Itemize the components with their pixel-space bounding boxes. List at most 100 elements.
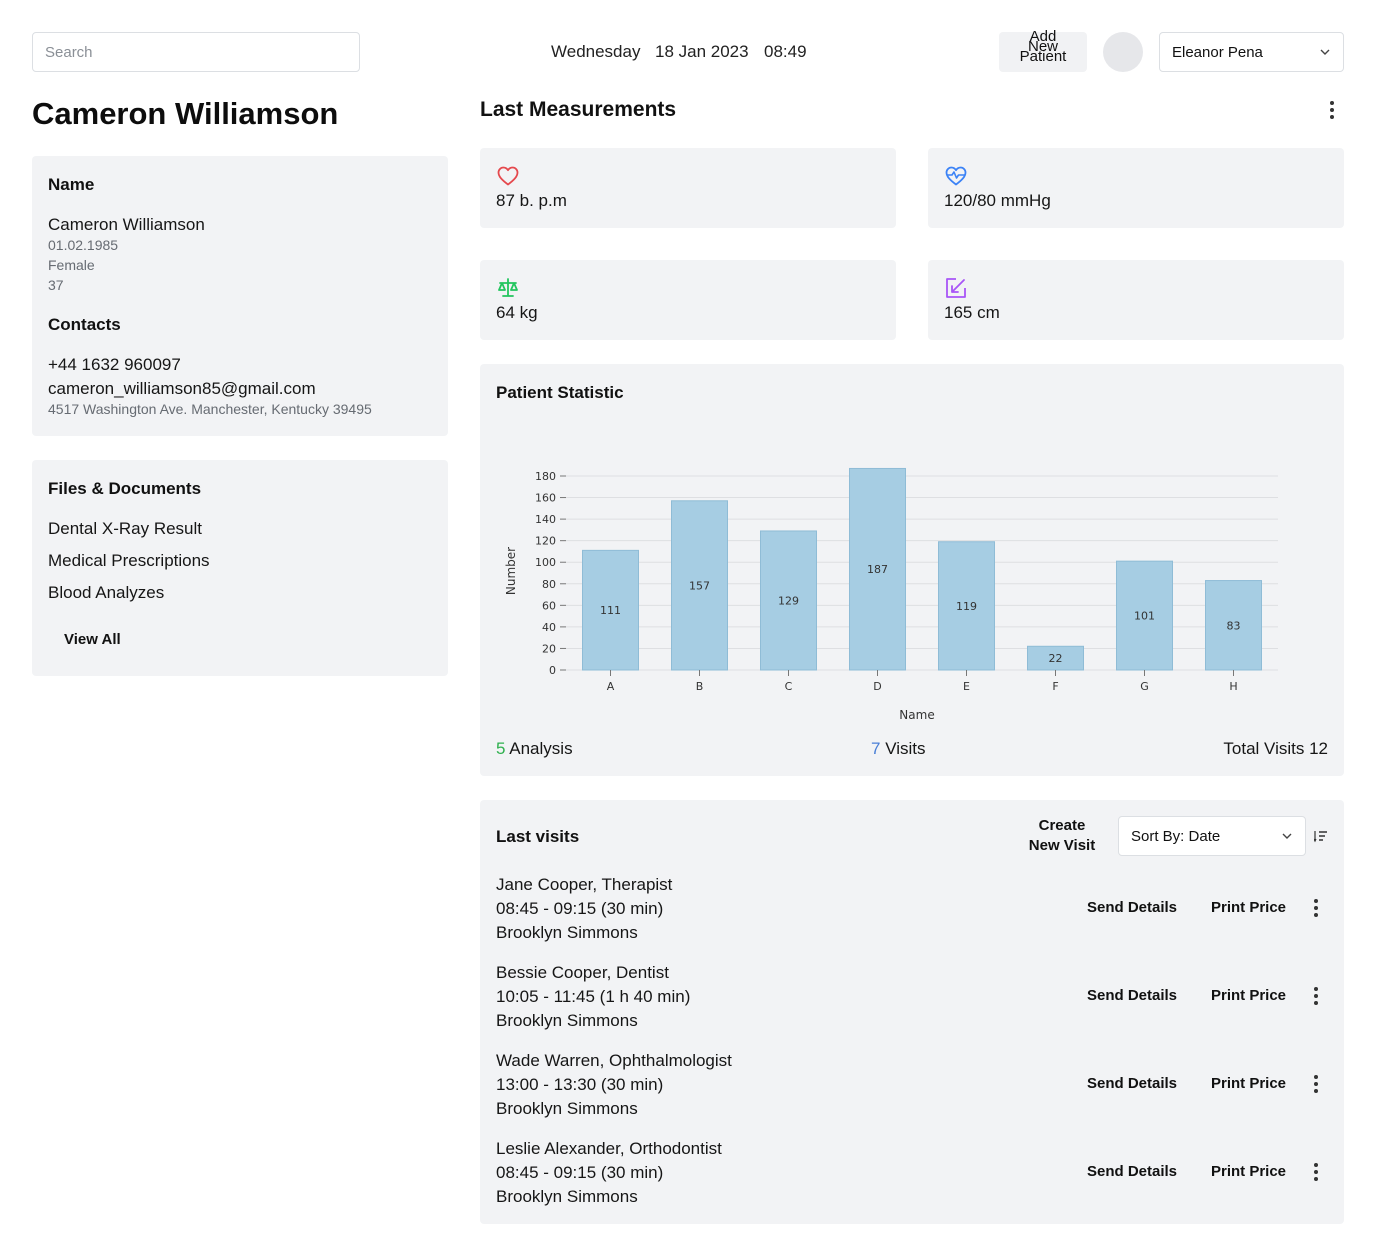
y-axis-label: Number	[504, 547, 518, 595]
page-title: Cameron Williamson	[32, 96, 339, 131]
user-name: Eleanor Pena	[1172, 43, 1263, 61]
sort-order-icon[interactable]	[1314, 829, 1328, 843]
bar-value-label: 22	[1049, 652, 1063, 665]
name-heading: Name	[48, 175, 95, 194]
patient-address: 4517 Washington Ave. Manchester, Kentuck…	[48, 401, 372, 417]
file-item[interactable]: Blood Analyzes	[48, 583, 164, 603]
patient-dob: 01.02.1985	[48, 237, 119, 253]
visit-patient: Brooklyn Simmons	[496, 923, 638, 942]
visit-row: Jane Cooper, Therapist 08:45 - 09:15 (30…	[480, 872, 1344, 960]
visit-time: 08:45 - 09:15 (30 min)	[496, 1163, 664, 1182]
create-line-2: New Visit	[1028, 837, 1096, 854]
heart-pulse-icon	[945, 166, 967, 186]
weight-value: 64 kg	[496, 303, 538, 322]
bar-value-label: 119	[956, 600, 977, 613]
visit-doctor: Jane Cooper, Therapist	[496, 875, 673, 894]
current-date: 18 Jan 2023	[655, 42, 749, 61]
patient-age: 37	[48, 277, 64, 293]
x-tick-label: F	[1052, 680, 1058, 693]
x-axis-label: Name	[899, 708, 934, 722]
patient-statistic-card: Patient Statistic 111 157 129 187 119 22 101 83…	[480, 364, 1344, 776]
x-tick-label: A	[607, 680, 615, 693]
heart-icon	[497, 166, 519, 186]
search-input[interactable]	[32, 32, 360, 72]
file-item[interactable]: Dental X-Ray Result	[48, 519, 202, 539]
print-price-button[interactable]: Print Price	[1211, 987, 1286, 1004]
x-tick-label: H	[1229, 680, 1237, 693]
bar-value-label: 187	[867, 563, 888, 576]
blood-pressure-value: 120/80 mmHg	[944, 191, 1051, 210]
more-options-icon[interactable]	[1306, 1072, 1326, 1096]
send-details-button[interactable]: Send Details	[1087, 987, 1177, 1004]
height-value: 165 cm	[944, 303, 1000, 322]
chevron-down-icon	[1282, 833, 1292, 839]
scale-icon	[498, 278, 518, 297]
measurement-card-weight: 64 kg	[480, 260, 896, 340]
view-all-button[interactable]: View All	[64, 631, 121, 648]
visit-row: Wade Warren, Ophthalmologist 13:00 - 13:…	[480, 1048, 1344, 1136]
more-options-icon[interactable]	[1322, 98, 1342, 122]
x-tick-label: B	[696, 680, 704, 693]
statistic-title: Patient Statistic	[496, 383, 624, 402]
visit-doctor: Leslie Alexander, Orthodontist	[496, 1139, 722, 1158]
add-new-patient-button[interactable]: Add New Patient	[999, 28, 1087, 72]
bar-value-label: 157	[689, 579, 710, 592]
visit-patient: Brooklyn Simmons	[496, 1187, 638, 1206]
print-price-button[interactable]: Print Price	[1211, 1075, 1286, 1092]
measurement-card-blood-pressure: 120/80 mmHg	[928, 148, 1344, 228]
visit-patient: Brooklyn Simmons	[496, 1011, 638, 1030]
visit-doctor: Bessie Cooper, Dentist	[496, 963, 669, 982]
user-select[interactable]: Eleanor Pena	[1159, 32, 1344, 72]
y-tick-label: 120	[535, 535, 556, 548]
more-options-icon[interactable]	[1306, 1160, 1326, 1184]
add-patient-line-3: Patient	[1019, 48, 1067, 65]
print-price-button[interactable]: Print Price	[1211, 1163, 1286, 1180]
current-time: 08:49	[764, 42, 807, 61]
avatar[interactable]	[1103, 32, 1143, 72]
y-tick-label: 40	[542, 621, 556, 634]
print-price-button[interactable]: Print Price	[1211, 899, 1286, 916]
visit-row: Leslie Alexander, Orthodontist 08:45 - 0…	[480, 1136, 1344, 1224]
sort-label: Sort By: Date	[1131, 827, 1221, 845]
patient-email: cameron_williamson85@gmail.com	[48, 379, 316, 398]
visit-time: 10:05 - 11:45 (1 h 40 min)	[496, 987, 691, 1006]
y-tick-label: 180	[535, 470, 556, 483]
send-details-button[interactable]: Send Details	[1087, 1163, 1177, 1180]
visits-summary: 7 Visits	[871, 739, 926, 759]
patient-statistic-chart: 111 157 129 187 119 22 101 83 0 20 40 60 80 100 120 14…	[504, 467, 1278, 722]
visit-row: Bessie Cooper, Dentist 10:05 - 11:45 (1 …	[480, 960, 1344, 1048]
send-details-button[interactable]: Send Details	[1087, 1075, 1177, 1092]
measurement-card-heart-rate: 87 b. p.m	[480, 148, 896, 228]
more-options-icon[interactable]	[1306, 896, 1326, 920]
visits-title: Last visits	[496, 827, 580, 846]
visit-patient: Brooklyn Simmons	[496, 1099, 638, 1118]
bar-value-label: 111	[600, 604, 621, 617]
y-tick-label: 0	[549, 664, 556, 677]
x-tick-label: G	[1140, 680, 1149, 693]
analysis-summary: 5 Analysis	[496, 739, 573, 759]
bar-value-label: 129	[778, 594, 799, 607]
visits-count: 7	[871, 739, 881, 758]
visits-label: Visits	[885, 739, 926, 758]
analysis-label: Analysis	[509, 739, 573, 758]
visit-doctor: Wade Warren, Ophthalmologist	[496, 1051, 732, 1070]
file-item[interactable]: Medical Prescriptions	[48, 551, 210, 571]
y-tick-label: 60	[542, 599, 556, 612]
last-visits-card: Last visits Create New Visit Sort By: Da…	[480, 800, 1344, 1224]
visit-time: 08:45 - 09:15 (30 min)	[496, 899, 664, 918]
y-tick-label: 20	[542, 642, 556, 655]
files-heading: Files & Documents	[48, 479, 202, 498]
patient-phone: +44 1632 960097	[48, 355, 181, 374]
x-tick-label: C	[785, 680, 793, 693]
visit-time: 13:00 - 13:30 (30 min)	[496, 1075, 664, 1094]
contacts-heading: Contacts	[48, 315, 121, 334]
send-details-button[interactable]: Send Details	[1087, 899, 1177, 916]
y-tick-label: 80	[542, 578, 556, 591]
more-options-icon[interactable]	[1306, 984, 1326, 1008]
analysis-count: 5	[496, 739, 506, 758]
sort-select[interactable]: Sort By: Date	[1118, 816, 1306, 856]
create-new-visit-button[interactable]: Create New Visit	[1020, 816, 1104, 856]
arrow-expand-icon	[946, 278, 966, 298]
patient-name: Cameron Williamson	[48, 215, 205, 234]
current-day: Wednesday	[551, 42, 641, 61]
